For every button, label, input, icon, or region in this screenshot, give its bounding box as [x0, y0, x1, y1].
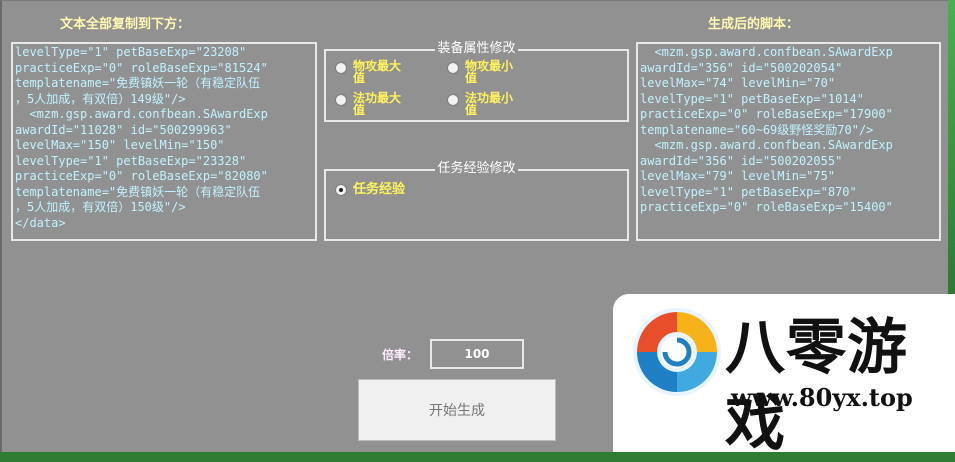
output-heading: 生成后的脚本：: [708, 17, 800, 32]
radio-button-icon[interactable]: [335, 94, 347, 106]
equip-group-title: 装备属性修改: [435, 41, 518, 56]
radio-label: 法功最小值: [465, 91, 514, 117]
rate-input[interactable]: [430, 339, 524, 369]
input-textarea[interactable]: levelType="1" petBaseExp="23208" practic…: [11, 42, 317, 241]
watermark-logo: 八零游戏 www.80yx.top: [613, 294, 955, 459]
watermark-url: www.80yx.top: [731, 383, 913, 412]
radio-button-icon[interactable]: [447, 62, 459, 74]
radio-button-icon[interactable]: [335, 184, 347, 196]
radio-label: 法功最大值: [353, 91, 402, 117]
output-textarea[interactable]: <mzm.gsp.award.confbean.SAwardExp awardI…: [636, 42, 941, 241]
swirl-logo-icon: [633, 308, 721, 396]
input-heading: 文本全部复制到下方：: [60, 17, 191, 32]
radio-magic-attack-min[interactable]: 法功最小值: [447, 92, 517, 116]
radio-label: 任务经验: [353, 182, 406, 197]
radio-magic-attack-max[interactable]: 法功最大值: [335, 92, 405, 116]
radio-button-icon[interactable]: [447, 94, 459, 106]
equip-attribute-group: 装备属性修改 物攻最大值 物攻最小值 法功最大值 法功最小值: [324, 41, 629, 122]
radio-phys-attack-max[interactable]: 物攻最大值: [335, 60, 405, 84]
task-group-title: 任务经验修改: [435, 161, 518, 176]
radio-phys-attack-min[interactable]: 物攻最小值: [447, 60, 517, 84]
radio-label: 物攻最小值: [465, 59, 514, 85]
radio-label: 物攻最大值: [353, 59, 402, 85]
rate-label: 倍率：: [382, 348, 419, 362]
radio-button-icon[interactable]: [335, 62, 347, 74]
task-exp-group: 任务经验修改 任务经验: [324, 161, 629, 241]
radio-task-exp[interactable]: 任务经验: [335, 182, 405, 198]
generate-button[interactable]: 开始生成: [358, 379, 556, 441]
